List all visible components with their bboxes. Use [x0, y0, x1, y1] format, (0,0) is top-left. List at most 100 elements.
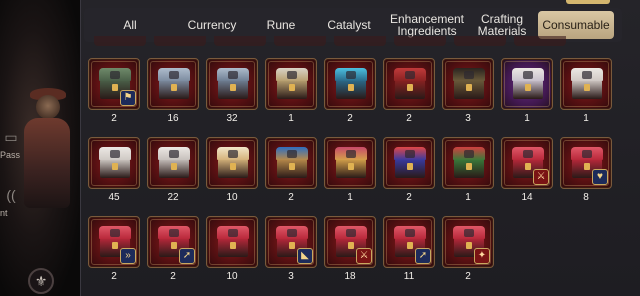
item-quantity: 1 — [583, 113, 589, 124]
chest-lock — [525, 84, 531, 91]
previous-row-edge — [94, 36, 614, 46]
item-slot[interactable]: ⚔ 14 — [501, 137, 553, 203]
boot-icon: ◣ — [297, 248, 313, 264]
item-slot[interactable]: 2 — [324, 58, 376, 124]
chest-emblem — [287, 229, 297, 237]
item-quantity: 1 — [524, 113, 530, 124]
chest-lock — [289, 163, 295, 170]
chest-emblem — [464, 150, 474, 158]
item-quantity: 32 — [226, 113, 238, 124]
chest-lock — [407, 84, 413, 91]
item-slot-partial — [214, 36, 266, 46]
item-slot[interactable]: 1 — [560, 58, 612, 124]
chest-lock — [289, 242, 295, 249]
tab-consumable[interactable]: Consumable — [538, 11, 614, 39]
chest-emblem — [464, 71, 474, 79]
shield-icon: ♥ — [592, 169, 608, 185]
chest-lock — [348, 242, 354, 249]
item-slot-partial — [394, 36, 446, 46]
chest-emblem — [405, 71, 415, 79]
item-slot[interactable]: ⚑ 2 — [88, 58, 140, 124]
item-slot[interactable]: 2 — [383, 137, 435, 203]
chest-lock — [171, 163, 177, 170]
item-slot[interactable]: 10 — [206, 137, 258, 203]
item-slot[interactable]: 16 — [147, 58, 199, 124]
chest-lock — [112, 163, 118, 170]
item-quantity: 11 — [403, 271, 415, 282]
item-quantity: 2 — [347, 113, 353, 124]
item-quantity: 45 — [108, 192, 120, 203]
chest-emblem — [405, 229, 415, 237]
side-label-nt: nt — [0, 208, 8, 218]
item-quantity: 2 — [111, 271, 117, 282]
chest-emblem — [346, 229, 356, 237]
chest-emblem — [582, 71, 592, 79]
chest-icon — [158, 147, 190, 179]
item-slot[interactable]: 2 — [383, 58, 435, 124]
item-slot[interactable]: ◣ 3 — [265, 216, 317, 282]
item-slot[interactable]: 3 — [442, 58, 494, 124]
chest-lock — [289, 84, 295, 91]
item-slot-partial — [94, 36, 146, 46]
item-quantity: 2 — [111, 113, 117, 124]
chest-emblem — [228, 150, 238, 158]
item-slot[interactable]: ➚ 11 — [383, 216, 435, 282]
item-slot[interactable]: 2 — [265, 137, 317, 203]
flame-icon: ✦ — [474, 248, 490, 264]
chest-lock — [171, 242, 177, 249]
item-slot[interactable]: ⚔ 18 — [324, 216, 376, 282]
item-quantity: 3 — [465, 113, 471, 124]
item-slot[interactable]: 1 — [265, 58, 317, 124]
signal-icon[interactable]: (( — [2, 186, 20, 204]
chest-emblem — [169, 71, 179, 79]
chest-emblem — [110, 71, 120, 79]
chest-icon — [158, 68, 190, 100]
chest-lock — [584, 163, 590, 170]
item-slot[interactable]: 22 — [147, 137, 199, 203]
chest-lock — [112, 84, 118, 91]
item-slot[interactable]: 10 — [206, 216, 258, 282]
ticket-icon[interactable]: ▭ — [2, 128, 20, 146]
item-slot[interactable]: ➚ 2 — [147, 216, 199, 282]
chest-icon — [217, 68, 249, 100]
chest-emblem — [464, 229, 474, 237]
item-quantity: 2 — [406, 192, 412, 203]
item-slot-partial — [274, 36, 326, 46]
item-slot[interactable]: 32 — [206, 58, 258, 124]
item-slot[interactable]: 1 — [501, 58, 553, 124]
item-quantity: 16 — [167, 113, 179, 124]
chest-emblem — [110, 229, 120, 237]
character-head — [36, 95, 60, 119]
item-slot[interactable]: » 2 — [88, 216, 140, 282]
item-quantity: 3 — [288, 271, 294, 282]
chest-emblem — [228, 71, 238, 79]
item-slot-partial — [334, 36, 386, 46]
chest-lock — [230, 163, 236, 170]
item-quantity: 10 — [226, 271, 238, 282]
chest-icon — [571, 68, 603, 100]
sword-icon: ⚔ — [533, 169, 549, 185]
chest-emblem — [346, 71, 356, 79]
item-slot[interactable]: 45 — [88, 137, 140, 203]
chest-icon — [276, 147, 308, 179]
chest-lock — [112, 242, 118, 249]
chest-lock — [466, 163, 472, 170]
item-slot[interactable]: ♥ 8 — [560, 137, 612, 203]
item-slot[interactable]: 1 — [324, 137, 376, 203]
chest-emblem — [287, 150, 297, 158]
item-quantity: 1 — [347, 192, 353, 203]
item-quantity: 2 — [170, 271, 176, 282]
chest-icon — [217, 147, 249, 179]
item-quantity: 22 — [167, 192, 179, 203]
chest-emblem — [169, 150, 179, 158]
character-body — [24, 118, 70, 208]
item-slot-partial — [514, 36, 566, 46]
item-quantity: 1 — [288, 113, 294, 124]
arrow-icon: ➚ — [415, 248, 431, 264]
item-slot[interactable]: ✦ 2 — [442, 216, 494, 282]
chest-icon — [276, 68, 308, 100]
emblem-icon[interactable]: ⚜ — [28, 268, 54, 294]
item-slot[interactable]: 1 — [442, 137, 494, 203]
chest-emblem — [110, 150, 120, 158]
chest-icon — [394, 68, 426, 100]
